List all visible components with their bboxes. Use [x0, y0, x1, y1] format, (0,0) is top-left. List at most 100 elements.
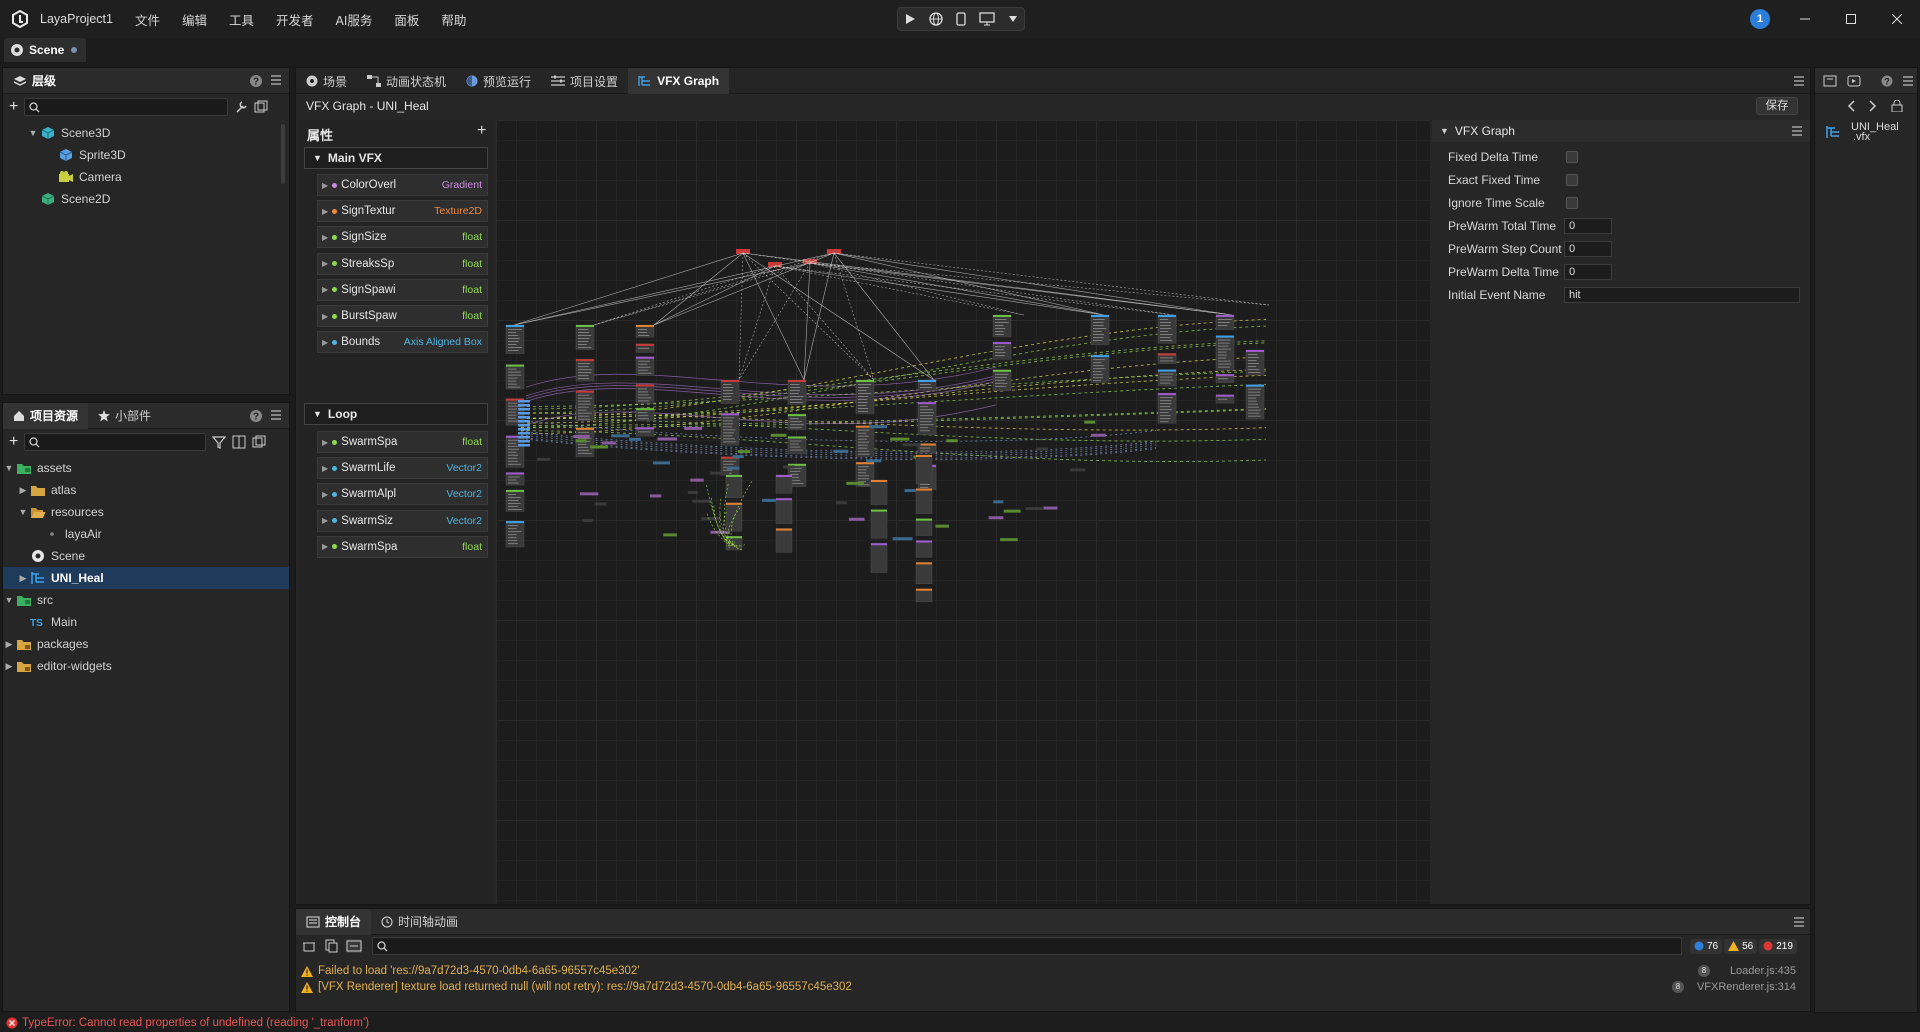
lock-icon[interactable] [1891, 100, 1903, 112]
close-button[interactable] [1874, 0, 1920, 38]
menu-icon[interactable] [271, 410, 281, 420]
graph-node[interactable] [1246, 350, 1264, 352]
graph-node[interactable] [723, 441, 737, 443]
graph-node[interactable] [915, 540, 933, 558]
graph-node[interactable] [995, 346, 1005, 348]
graph-node[interactable] [1158, 369, 1176, 372]
minimize-button[interactable] [1782, 0, 1828, 38]
graph-node[interactable] [508, 493, 517, 495]
graph-node[interactable] [775, 528, 793, 553]
property-item[interactable]: ▶ BurstSpaw float [317, 305, 488, 327]
graph-node[interactable] [638, 431, 651, 433]
graph-node[interactable] [690, 478, 704, 482]
graph-node[interactable] [701, 517, 719, 521]
graph-node[interactable] [723, 387, 734, 388]
graph-node[interactable] [578, 375, 589, 377]
graph-node[interactable] [723, 460, 736, 462]
graph-node[interactable] [856, 380, 874, 382]
tab-preview[interactable]: 预览运行 [456, 68, 541, 94]
graph-node[interactable] [1218, 366, 1230, 368]
graph-node[interactable] [1216, 315, 1234, 317]
graph-node[interactable] [995, 379, 1006, 381]
log-source-link[interactable]: Loader.js:435 [1730, 965, 1796, 977]
graph-node[interactable] [858, 429, 870, 431]
graph-node[interactable] [858, 405, 867, 406]
graph-node[interactable] [692, 499, 712, 503]
graph-node[interactable] [858, 453, 870, 455]
loop-section[interactable]: ▼ Loop [304, 403, 488, 425]
graph-node[interactable] [1160, 340, 1173, 341]
graph-node[interactable] [856, 462, 874, 465]
graph-node[interactable] [508, 341, 519, 342]
graph-node[interactable] [1218, 351, 1227, 353]
graph-node[interactable] [508, 499, 519, 501]
graph-node[interactable] [638, 363, 648, 365]
tree-item-main[interactable]: TS Main [3, 611, 289, 633]
graph-node[interactable] [916, 540, 932, 543]
info-filter[interactable]: 76 [1690, 938, 1723, 954]
graph-node[interactable] [684, 426, 703, 430]
graph-node[interactable] [1248, 400, 1257, 402]
graph-node[interactable] [1160, 334, 1173, 335]
graph-node[interactable] [918, 380, 936, 382]
graph-node[interactable] [518, 408, 530, 411]
graph-node[interactable] [638, 415, 649, 417]
expand-arrow-icon[interactable]: ▶ [322, 516, 328, 525]
graph-node[interactable] [723, 435, 733, 437]
graph-node[interactable] [578, 363, 591, 365]
graph-node[interactable] [871, 480, 887, 482]
graph-node[interactable] [1160, 418, 1171, 420]
graph-node[interactable] [1160, 357, 1173, 359]
graph-node[interactable] [578, 409, 587, 411]
copy-icon[interactable] [324, 939, 338, 953]
graph-node[interactable] [601, 441, 616, 445]
graph-node[interactable] [770, 433, 787, 437]
prewarm-total-input[interactable]: 0 [1564, 218, 1612, 234]
graph-node[interactable] [1218, 398, 1228, 400]
expand-arrow-icon[interactable]: ▶ [322, 490, 328, 499]
graph-node[interactable] [995, 376, 1008, 378]
graph-node[interactable] [1248, 360, 1257, 361]
console-search-input[interactable] [372, 937, 1682, 955]
graph-node[interactable] [638, 335, 650, 336]
graph-node[interactable] [790, 446, 801, 448]
expand-arrow-icon[interactable]: ▶ [322, 312, 328, 321]
expand-arrow-icon[interactable]: ▶ [322, 259, 328, 268]
graph-node[interactable] [638, 397, 652, 399]
graph-node[interactable] [578, 347, 592, 348]
graph-node[interactable] [638, 388, 648, 390]
graph-node[interactable] [578, 431, 590, 433]
graph-node[interactable] [590, 445, 609, 449]
graph-node[interactable] [1036, 447, 1049, 451]
menu-item[interactable]: 帮助 [441, 10, 466, 29]
graph-node[interactable] [790, 384, 800, 385]
graph-node[interactable] [636, 356, 654, 359]
graph-node[interactable] [995, 325, 1004, 326]
graph-node[interactable] [1218, 345, 1229, 347]
graph-node[interactable] [790, 387, 801, 388]
filter-icon[interactable] [212, 435, 227, 449]
graph-node[interactable] [508, 439, 519, 441]
graph-node[interactable] [920, 418, 933, 420]
graph-node[interactable] [892, 537, 913, 541]
graph-node[interactable] [506, 472, 524, 475]
graph-node[interactable] [579, 492, 599, 496]
fixed-delta-checkbox[interactable] [1566, 151, 1578, 163]
graph-node[interactable] [1093, 319, 1105, 320]
graph-node[interactable] [1093, 331, 1102, 332]
graph-node[interactable] [1160, 331, 1169, 332]
expand-arrow-icon[interactable]: ▶ [17, 485, 29, 496]
graph-node[interactable] [508, 463, 521, 465]
graph-node[interactable] [578, 335, 592, 336]
graph-node[interactable] [726, 475, 742, 477]
graph-node[interactable] [988, 516, 1004, 520]
graph-node[interactable] [508, 386, 521, 388]
graph-node[interactable] [915, 518, 933, 536]
graph-node[interactable] [508, 448, 519, 450]
graph-node[interactable] [1093, 374, 1104, 376]
graph-node[interactable] [518, 416, 530, 419]
graph-node[interactable] [723, 384, 732, 385]
graph-node[interactable] [1218, 339, 1231, 341]
graph-node[interactable] [858, 472, 867, 474]
graph-node[interactable] [782, 465, 795, 469]
